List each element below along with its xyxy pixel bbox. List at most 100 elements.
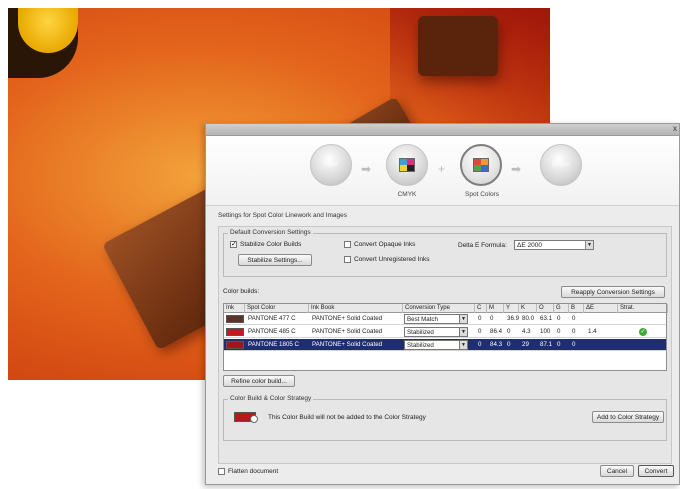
column-header[interactable]: Y <box>504 304 519 313</box>
table-row[interactable]: PANTONE 1805 C PANTONE+ Solid Coated Sta… <box>224 339 666 351</box>
step-input[interactable]: Input <box>310 144 352 186</box>
column-header[interactable]: Ink Book <box>309 304 403 313</box>
chevron-down-icon[interactable]: ▼ <box>585 241 593 249</box>
chevron-down-icon[interactable]: ▼ <box>459 328 467 336</box>
strategy-message: This Color Build will not be added to th… <box>268 414 426 421</box>
conversion-type-select[interactable]: Best Match ▼ <box>404 314 468 324</box>
select-value: Best Match <box>407 316 438 323</box>
column-header[interactable]: O <box>537 304 554 313</box>
default-conversion-group: Default Conversion Settings ✓ Stabilize … <box>223 229 667 277</box>
color-builds-label: Color builds: <box>223 288 260 295</box>
step-output[interactable]: Output <box>540 144 582 186</box>
workflow-steps: Input ➡ CMYK + Spot Colors ➡ Output <box>206 136 679 206</box>
conversion-type-select[interactable]: Stabilized ▼ <box>404 340 468 350</box>
checkbox-label: Flatten document <box>228 468 279 475</box>
delta-e-select[interactable]: ΔE 2000 ▼ <box>514 240 594 250</box>
cell-k: 29 <box>522 341 529 348</box>
column-header[interactable]: M <box>487 304 504 313</box>
refine-color-build-button[interactable]: Refine color build... <box>223 375 295 387</box>
cell-m: 86.4 <box>490 328 503 335</box>
step-label: Output <box>551 162 570 168</box>
stabilize-settings-button[interactable]: Stabilize Settings... <box>238 254 312 266</box>
cell-o: 87.1 <box>540 341 553 348</box>
step-label: CMYK <box>397 191 417 198</box>
cell-g: 0 <box>557 315 561 322</box>
arrow-right-icon: ➡ <box>361 162 372 176</box>
convert-button[interactable]: Convert <box>638 465 674 477</box>
cell-b: 0 <box>572 328 576 335</box>
reapply-conversion-button[interactable]: Reapply Conversion Settings <box>561 286 665 298</box>
checkbox-box[interactable] <box>218 468 225 475</box>
cell-b: 0 <box>572 315 576 322</box>
column-header[interactable]: K <box>519 304 537 313</box>
stabilize-builds-checkbox[interactable]: ✓ Stabilize Color Builds <box>230 241 301 248</box>
column-header[interactable]: ΔE <box>584 304 618 313</box>
chocolate-piece <box>418 16 498 76</box>
table-header: Ink Spot Color Ink Book Conversion Type … <box>224 304 668 313</box>
table-row[interactable]: PANTONE 477 C PANTONE+ Solid Coated Best… <box>224 313 666 325</box>
ink-swatch <box>226 315 244 323</box>
cell-book: PANTONE+ Solid Coated <box>312 341 383 348</box>
cell-spot: PANTONE 1805 C <box>248 341 300 348</box>
column-header[interactable]: Conversion Type <box>403 304 475 313</box>
ink-swatch <box>226 341 244 349</box>
cell-spot: PANTONE 485 C <box>248 328 296 335</box>
cell-c: 0 <box>478 341 482 348</box>
dialog-titlebar: x <box>206 124 679 136</box>
step-cmyk[interactable] <box>386 144 428 186</box>
chevron-down-icon[interactable]: ▼ <box>459 341 467 349</box>
step-label: Spot Colors <box>465 191 499 198</box>
convert-unregistered-checkbox[interactable]: Convert Unregistered Inks <box>344 256 430 263</box>
checkbox-label: Convert Unregistered Inks <box>354 256 430 263</box>
flatten-document-checkbox[interactable]: Flatten document <box>218 468 278 475</box>
spot-color-dialog: x Input ➡ CMYK + Spot Colors ➡ Output Se… <box>205 123 680 485</box>
cell-k: 4.3 <box>522 328 531 335</box>
checkbox-box[interactable] <box>344 241 351 248</box>
plus-icon: + <box>438 162 446 176</box>
arrow-right-icon: ➡ <box>511 162 522 176</box>
column-header[interactable]: Ink <box>224 304 245 313</box>
step-label: Input <box>324 162 338 168</box>
delta-e-label: Delta E Formula: <box>458 242 507 249</box>
spot-colors-icon <box>473 158 489 172</box>
color-builds-table: Ink Spot Color Ink Book Conversion Type … <box>223 303 668 371</box>
settings-panel: Default Conversion Settings ✓ Stabilize … <box>218 226 672 464</box>
column-header[interactable]: B <box>569 304 584 313</box>
checkbox-label: Stabilize Color Builds <box>240 241 302 248</box>
cancel-button[interactable]: Cancel <box>600 465 634 477</box>
cell-k: 80.0 <box>522 315 535 322</box>
select-value: Stabilized <box>407 342 434 349</box>
table-row[interactable]: PANTONE 485 C PANTONE+ Solid Coated Stab… <box>224 326 666 338</box>
cell-o: 100 <box>540 328 551 335</box>
group-legend: Color Build & Color Strategy <box>228 395 314 402</box>
column-header[interactable]: G <box>554 304 569 313</box>
column-header[interactable]: Spot Color <box>245 304 309 313</box>
checkbox-box[interactable]: ✓ <box>230 241 237 248</box>
cell-c: 0 <box>478 328 482 335</box>
conversion-type-select[interactable]: Stabilized ▼ <box>404 327 468 337</box>
cell-book: PANTONE+ Solid Coated <box>312 328 383 335</box>
cell-o: 63.1 <box>540 315 553 322</box>
cell-delta-e: 1.4 <box>588 328 597 335</box>
column-header[interactable]: C <box>475 304 487 313</box>
step-spot-colors[interactable] <box>460 144 502 186</box>
cmyk-icon <box>399 158 415 172</box>
check-circle-icon: ✓ <box>639 328 647 336</box>
column-header[interactable]: Strat. <box>618 304 668 313</box>
chevron-down-icon[interactable]: ▼ <box>459 315 467 323</box>
close-icon[interactable]: x <box>673 124 677 133</box>
cell-y: 36.9 <box>507 315 520 322</box>
color-strategy-group: Color Build & Color Strategy This Color … <box>223 395 667 441</box>
select-value: Stabilized <box>407 329 434 336</box>
cell-g: 0 <box>557 341 561 348</box>
add-to-color-strategy-button[interactable]: Add to Color Strategy <box>592 411 664 423</box>
cell-b: 0 <box>572 341 576 348</box>
convert-opaque-checkbox[interactable]: Convert Opaque Inks <box>344 241 415 248</box>
strategy-status-icon <box>250 415 258 423</box>
cell-book: PANTONE+ Solid Coated <box>312 315 383 322</box>
cell-c: 0 <box>478 315 482 322</box>
checkbox-box[interactable] <box>344 256 351 263</box>
checkbox-label: Convert Opaque Inks <box>354 241 416 248</box>
section-title: Settings for Spot Color Linework and Ima… <box>218 212 347 219</box>
cell-y: 0 <box>507 328 511 335</box>
